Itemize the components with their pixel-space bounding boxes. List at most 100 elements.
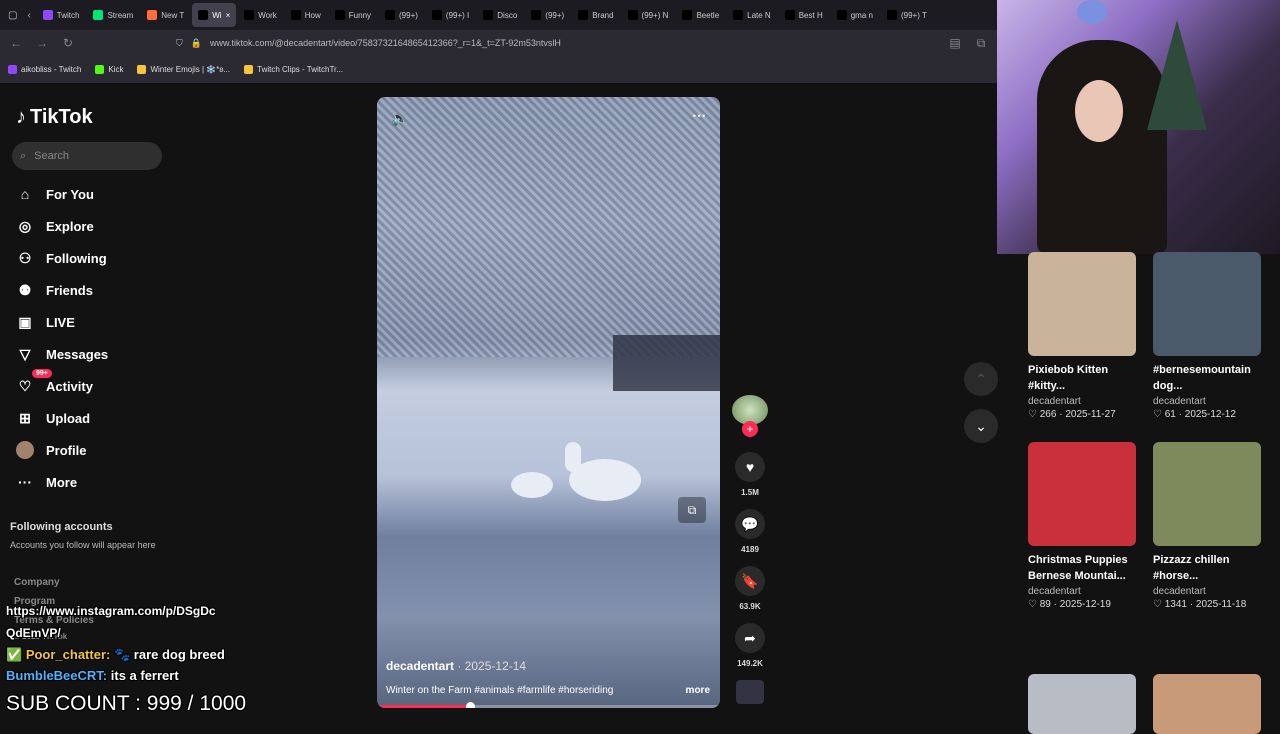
card-author[interactable]: decadentart (1153, 586, 1263, 597)
screenshot-icon[interactable]: ⧉ (973, 36, 989, 51)
share-action[interactable]: ➦ 149.2K (732, 623, 768, 668)
browser-tab[interactable]: Beetle (676, 3, 725, 27)
forward-icon[interactable]: → (34, 36, 50, 50)
sidebar-item-activity[interactable]: ♡ Activity 99+ (16, 369, 93, 397)
footer-company[interactable]: Company (14, 577, 60, 588)
pip-icon[interactable]: ⧉ (678, 497, 706, 523)
sidebar-item-following[interactable]: ⚇ Following (16, 247, 107, 269)
author-name[interactable]: decadentart (386, 659, 454, 673)
video-author[interactable]: decadentart · 2025-12-14 (386, 659, 526, 673)
sound-disc-icon[interactable] (736, 680, 764, 704)
comment-icon[interactable]: 💬 (735, 509, 765, 539)
browser-tab[interactable]: (99+) N (622, 3, 675, 27)
recommended-card[interactable]: Pixiebob Kitten #kitty... decadentart ♡ 26… (1028, 252, 1138, 420)
card-title[interactable]: Christmas Puppies Bernese Mountai... (1028, 552, 1132, 584)
bookmark-item[interactable]: Winter Emojis | ❄️*ʚ... (137, 65, 230, 74)
video-options-icon[interactable]: ⋯ (692, 107, 706, 124)
card-title[interactable]: Pixiebob Kitten #kitty... (1028, 362, 1132, 394)
browser-tab[interactable]: (99+) (379, 3, 424, 27)
browser-tab[interactable]: How (285, 3, 327, 27)
browser-tab[interactable]: (99+) T (881, 3, 933, 27)
browser-tab[interactable]: Late N (727, 3, 777, 27)
card-title[interactable]: #bernesemountain dog... (1153, 362, 1257, 394)
card-thumbnail[interactable] (1028, 674, 1136, 734)
search-input[interactable]: ⌕ Search (12, 142, 162, 170)
tab-favicon-icon (682, 10, 693, 20)
back-icon[interactable]: ← (8, 36, 24, 50)
separator: · (1056, 409, 1066, 420)
sidebar-item-more[interactable]: ··· More (16, 471, 77, 493)
tiktok-logo[interactable]: ♪ TikTok (16, 106, 93, 129)
card-thumbnail[interactable] (1028, 442, 1136, 546)
bookmark-item[interactable]: aikobliss - Twitch (8, 65, 81, 74)
browser-tab[interactable]: Best H (779, 3, 829, 27)
address-bar[interactable]: ⛉ 🔒 www.tiktok.com/@decadentart/video/75… (176, 38, 937, 49)
tab-overview-icon[interactable]: ▢ (4, 10, 21, 21)
browser-tab[interactable]: New T (141, 3, 190, 27)
browser-tab[interactable]: Twitch (37, 3, 86, 27)
profile-avatar: ● (16, 441, 34, 459)
recommended-card[interactable]: Christmas Puppies Bernese Mountai... deca… (1028, 442, 1138, 610)
card-thumbnail[interactable] (1028, 252, 1136, 356)
card-thumbnail[interactable] (1153, 674, 1261, 734)
browser-tab[interactable]: Brand (572, 3, 619, 27)
recommended-card[interactable] (1028, 674, 1138, 734)
video-player[interactable]: 🔈 ⋯ ⧉ decadentart · 2025-12-14 Winter on… (377, 97, 720, 708)
bookmark-icon[interactable]: 🔖 (735, 566, 765, 596)
tab-label: (99+) (545, 10, 565, 20)
sidebar-item-messages[interactable]: ▽ Messages (16, 343, 109, 365)
bookmark-item[interactable]: Kick (95, 65, 123, 74)
card-thumbnail[interactable] (1153, 252, 1261, 356)
like-action[interactable]: ♥ 1.5M (732, 452, 768, 497)
home-icon: ⌂ (20, 186, 30, 202)
follow-plus-icon[interactable]: + (742, 421, 758, 437)
sidebar-item-explore[interactable]: ◎ Explore (16, 215, 94, 237)
card-author[interactable]: decadentart (1028, 396, 1138, 407)
sidebar-item-upload[interactable]: ⊞ Upload (16, 407, 90, 429)
card-thumbnail[interactable] (1153, 442, 1261, 546)
browser-tab[interactable]: Disco (477, 3, 523, 27)
save-action[interactable]: 🔖 63.9K (732, 566, 768, 611)
reader-view-icon[interactable]: ▤ (947, 36, 963, 50)
reload-icon[interactable]: ↻ (60, 36, 76, 50)
browser-tab[interactable]: (99+) (525, 3, 570, 27)
fence (613, 335, 720, 391)
swan-right-neck (565, 442, 581, 472)
card-date: 2025-12-19 (1059, 599, 1111, 610)
previous-video-button[interactable]: ⌃ (964, 362, 998, 396)
sidebar-item-live[interactable]: ▣ LIVE (16, 311, 75, 333)
sidebar-item-friends[interactable]: ⚉ Friends (16, 279, 93, 301)
recommended-card[interactable]: #bernesemountain dog... decadentart ♡ 61 ·… (1153, 252, 1263, 420)
browser-tab[interactable]: Wi × (192, 3, 237, 27)
share-icon[interactable]: ➦ (735, 623, 765, 653)
chevron-up-icon: ⌃ (975, 370, 987, 387)
bookmark-label: Winter Emojis | ❄️*ʚ... (150, 65, 231, 74)
browser-tab[interactable]: Work (238, 3, 283, 27)
browser-tab[interactable]: gma n (831, 3, 879, 27)
volume-icon[interactable]: 🔈 (391, 110, 408, 127)
tab-close-icon[interactable]: × (226, 11, 231, 20)
bookmarks-bar: aikobliss - Twitch Kick Winter Emojis | ❄️… (0, 56, 997, 84)
sidebar-item-for-you[interactable]: ⌂ For You (16, 183, 94, 205)
caption-more-button[interactable]: more (686, 685, 710, 696)
recommended-card[interactable] (1153, 674, 1263, 734)
browser-tab[interactable]: Stream (87, 3, 139, 27)
bookmark-item[interactable]: Twitch Clips - TwitchTr... (244, 65, 343, 74)
card-author[interactable]: decadentart (1153, 396, 1263, 407)
browser-tab[interactable]: (99+) I (426, 3, 475, 27)
progress-fill (377, 705, 470, 708)
card-date: 2025-11-27 (1065, 409, 1116, 420)
comment-action[interactable]: 💬 4189 (732, 509, 768, 554)
sidebar-item-profile[interactable]: ● Profile (16, 439, 86, 461)
card-author[interactable]: decadentart (1028, 586, 1138, 597)
progress-thumb[interactable] (465, 702, 475, 708)
recommended-card[interactable]: Pizzazz chillen #horse... decadentart ♡ 13… (1153, 442, 1263, 610)
sidebar: ♪ TikTok ⌕ Search ⌂ For You ◎ Explore ⚇ Follo… (0, 84, 180, 720)
tab-scroll-left-icon[interactable]: ‹ (23, 10, 34, 21)
browser-tab[interactable]: Funny (329, 3, 377, 27)
video-progress-bar[interactable] (377, 702, 720, 708)
card-title[interactable]: Pizzazz chillen #horse... (1153, 552, 1257, 584)
next-video-button[interactable]: ⌄ (964, 409, 998, 443)
heart-icon[interactable]: ♥ (735, 452, 765, 482)
tab-label: New T (161, 10, 185, 20)
